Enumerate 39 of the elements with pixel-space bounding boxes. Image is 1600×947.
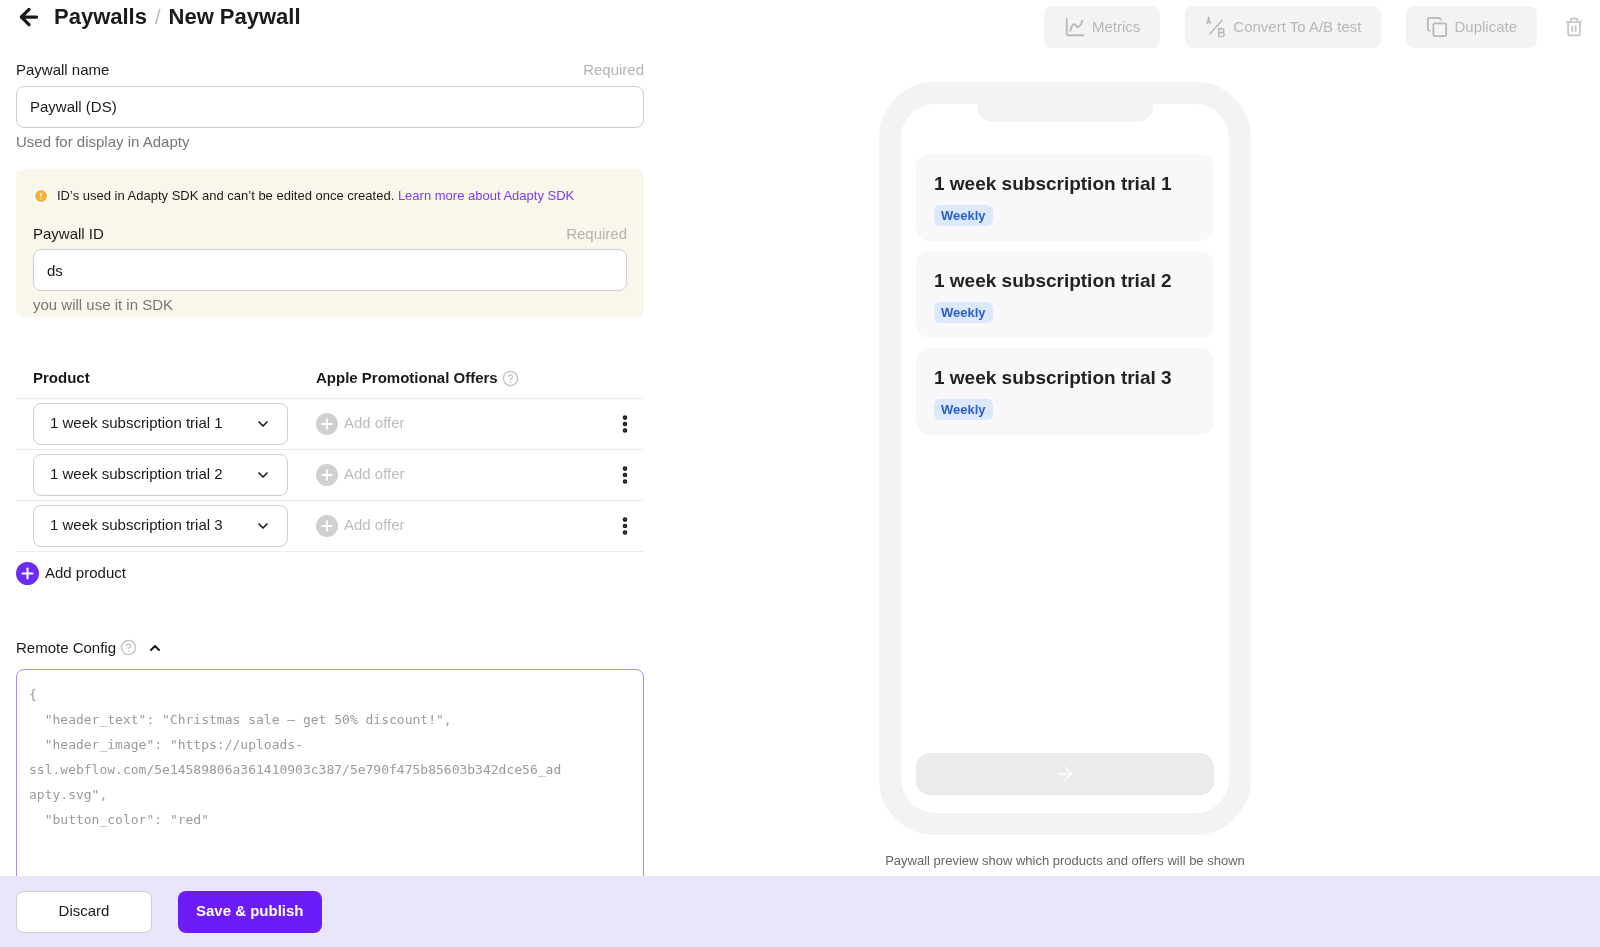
notice-text: ID’s used in Adapty SDK and can’t be edited once created. Learn more about Adapty SDK bbox=[57, 187, 575, 205]
text-field[interactable]: Paywall (DS) bbox=[16, 85, 644, 128]
required-label: Required bbox=[583, 60, 644, 80]
preview-caption: Paywall preview show which products and offers will be shown bbox=[885, 852, 1245, 870]
breadcrumb-separator: / bbox=[154, 4, 161, 30]
product-dropdown[interactable]: 1 week subscription trial 1 bbox=[33, 402, 288, 445]
ab-icon bbox=[1205, 16, 1228, 38]
column-header: Product bbox=[32, 367, 91, 388]
card-title: 1 week subscription trial 2 bbox=[934, 269, 1173, 293]
add-product-button[interactable]: Add product bbox=[16, 561, 126, 585]
warning-icon bbox=[33, 187, 49, 204]
code-line: "button_color": "red" bbox=[43, 811, 210, 829]
card-title: 1 week subscription trial 1 bbox=[934, 172, 1173, 196]
period-tag: Weekly bbox=[934, 301, 993, 323]
save-button[interactable]: Save & publish bbox=[178, 890, 322, 933]
column-header: Apple Promotional Offers bbox=[316, 367, 498, 388]
page-title: New Paywall bbox=[168, 3, 301, 31]
period-tag: Weekly bbox=[934, 204, 993, 226]
learn-more-link[interactable]: Learn more about Adapty SDK bbox=[397, 188, 575, 203]
code-line: apty.svg", bbox=[29, 786, 109, 804]
code-line: "header_text": "Christmas sale — get 50% discount!", bbox=[43, 711, 453, 729]
copy-icon bbox=[1426, 16, 1449, 38]
field-label: Paywall ID bbox=[33, 223, 104, 244]
period-tag: Weekly bbox=[934, 398, 993, 420]
text-field[interactable]: ds bbox=[33, 249, 627, 291]
field-label: Paywall name bbox=[16, 60, 110, 80]
required-label: Required bbox=[566, 223, 627, 244]
discard-button[interactable]: Discard bbox=[16, 890, 152, 933]
section-label: Remote Config bbox=[16, 637, 117, 658]
code-line: ssl.webflow.com/5e14589806a361410903c387/5e790f475b85603b342dce56_ad bbox=[29, 761, 563, 779]
code-line: { bbox=[29, 686, 38, 704]
breadcrumb-link[interactable]: Paywalls bbox=[54, 0, 147, 33]
card-title: 1 week subscription trial 3 bbox=[934, 366, 1173, 390]
product-dropdown[interactable]: 1 week subscription trial 2 bbox=[33, 453, 288, 496]
product-dropdown[interactable]: 1 week subscription trial 3 bbox=[33, 504, 288, 547]
field-hint: Used for display in Adapty bbox=[16, 131, 191, 152]
field-hint: you will use it in SDK bbox=[33, 295, 175, 315]
chart-icon bbox=[1064, 16, 1086, 38]
code-line: "header_image": "https://uploads- bbox=[43, 736, 304, 754]
